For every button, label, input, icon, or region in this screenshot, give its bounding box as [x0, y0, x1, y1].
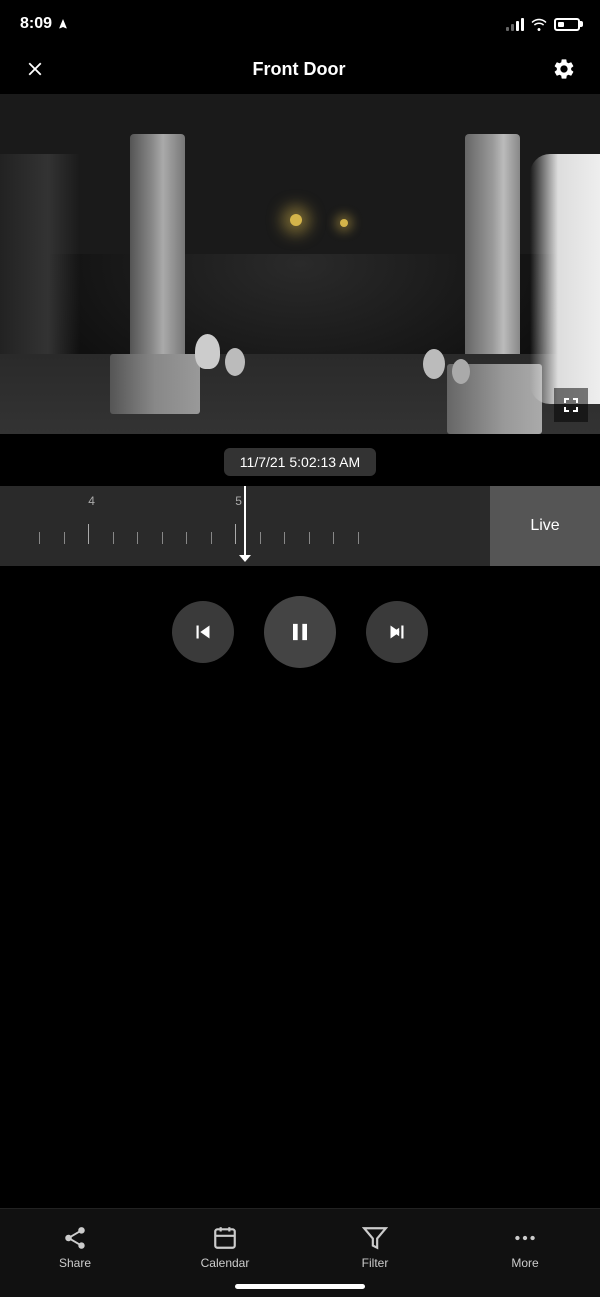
- status-bar: 8:09: [0, 0, 600, 44]
- calendar-nav-item[interactable]: Calendar: [190, 1221, 260, 1274]
- video-frame: [0, 94, 600, 434]
- fullscreen-button[interactable]: [554, 388, 588, 422]
- filter-label: Filter: [362, 1256, 389, 1270]
- more-label: More: [511, 1256, 538, 1270]
- pause-button[interactable]: [264, 596, 336, 668]
- timeline-area[interactable]: 4 5 Live: [0, 486, 600, 566]
- home-indicator: [235, 1284, 365, 1289]
- skip-back-button[interactable]: [172, 601, 234, 663]
- close-button[interactable]: [20, 54, 50, 84]
- wifi-icon: [530, 17, 548, 31]
- timeline-label-5: 5: [235, 494, 242, 508]
- more-nav-item[interactable]: More: [490, 1221, 560, 1274]
- signal-icon: [506, 17, 524, 31]
- status-time: 8:09: [20, 15, 69, 33]
- timestamp-display: 11/7/21 5:02:13 AM: [224, 448, 376, 476]
- share-label: Share: [59, 1256, 91, 1270]
- playhead[interactable]: [244, 486, 246, 556]
- header: Front Door: [0, 44, 600, 94]
- live-button[interactable]: Live: [490, 486, 600, 566]
- video-player[interactable]: [0, 94, 600, 434]
- time-display: 8:09: [20, 15, 52, 33]
- more-icon: [512, 1225, 538, 1251]
- location-arrow-icon: [57, 18, 69, 30]
- share-nav-item[interactable]: Share: [40, 1221, 110, 1274]
- timestamp-bar: 11/7/21 5:02:13 AM: [0, 434, 600, 486]
- nav-items: Share Calendar Filter More: [0, 1221, 600, 1278]
- page-title: Front Door: [253, 59, 346, 80]
- status-icons: [506, 17, 580, 31]
- bottom-nav: Share Calendar Filter More: [0, 1208, 600, 1297]
- filter-nav-item[interactable]: Filter: [340, 1221, 410, 1274]
- calendar-label: Calendar: [201, 1256, 250, 1270]
- skip-forward-button[interactable]: [366, 601, 428, 663]
- timeline-scrubber[interactable]: 4 5: [0, 486, 490, 566]
- calendar-icon: [212, 1225, 238, 1251]
- filter-icon: [362, 1225, 388, 1251]
- share-icon: [62, 1225, 88, 1251]
- timeline-label-4: 4: [88, 494, 95, 508]
- playback-controls: [0, 566, 600, 688]
- empty-area: [0, 688, 600, 1038]
- camera-scene: [0, 94, 600, 434]
- settings-button[interactable]: [548, 53, 580, 85]
- battery-icon: [554, 18, 580, 31]
